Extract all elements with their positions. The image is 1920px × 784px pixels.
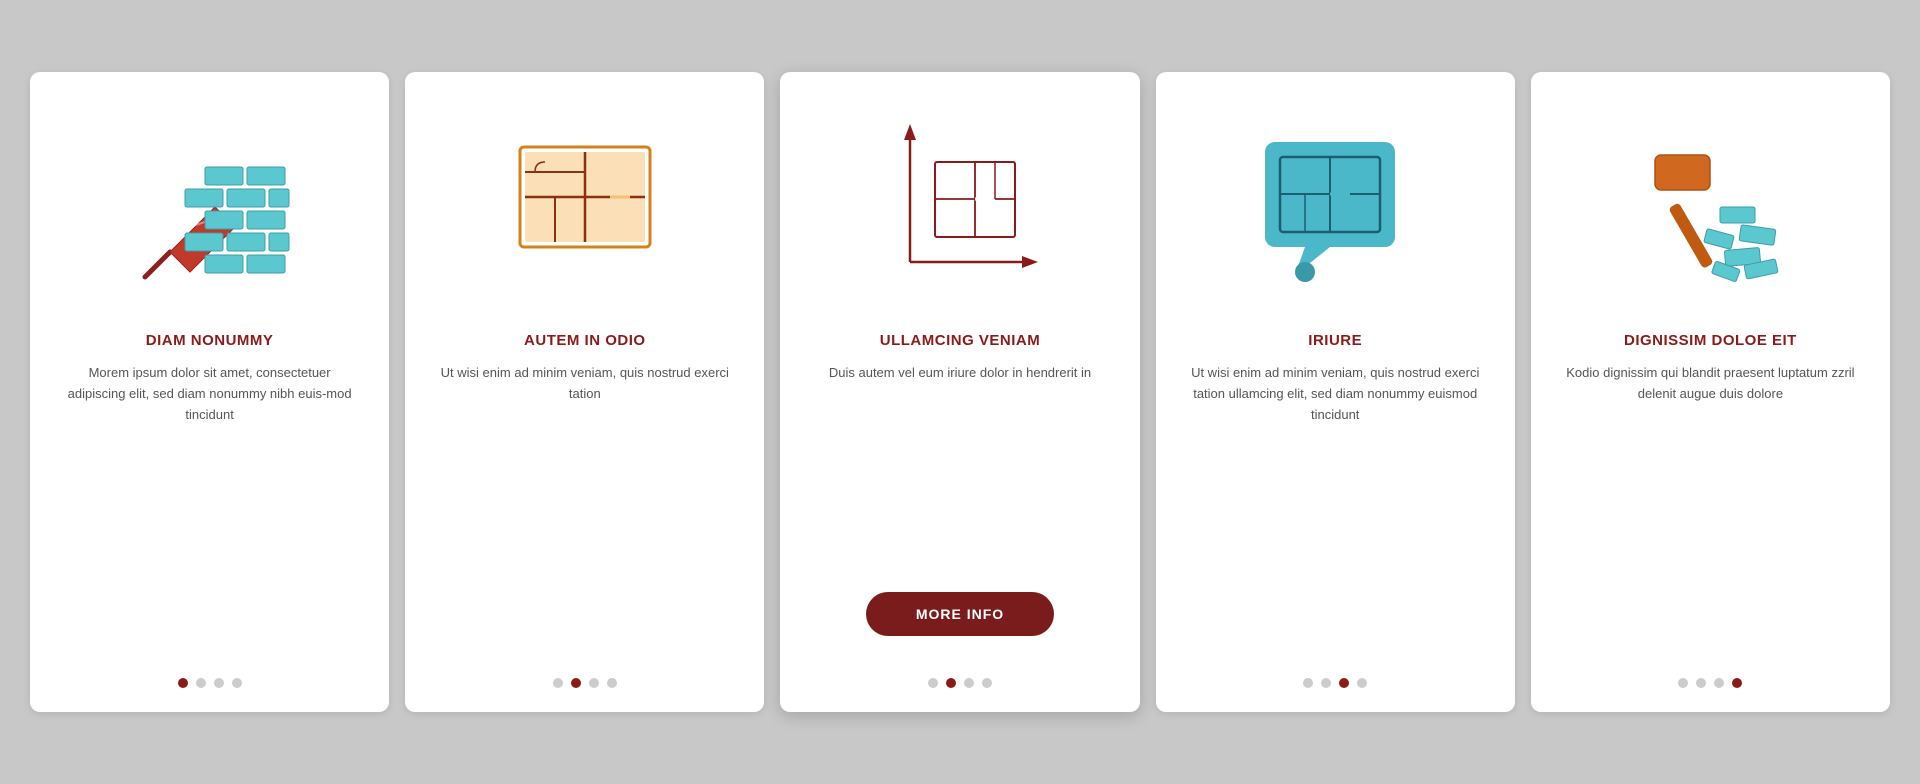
dot [571, 678, 581, 688]
dot [196, 678, 206, 688]
card-1-text: Morem ipsum dolor sit amet, consectetuer… [58, 363, 361, 658]
dot [982, 678, 992, 688]
floorplan-orange-icon [495, 102, 675, 302]
card-4-text: Ut wisi enim ad minim veniam, quis nostr… [1184, 363, 1487, 658]
floorplan-axes-icon [870, 102, 1050, 302]
card-3: ULLAMCING VENIAM Duis autem vel eum iriu… [780, 72, 1139, 712]
dot [553, 678, 563, 688]
card-3-title: ULLAMCING VENIAM [880, 332, 1041, 349]
cards-container: DIAM NONUMMY Morem ipsum dolor sit amet,… [30, 72, 1890, 712]
card-5: DIGNISSIM DOLOE EIT Kodio dignissim qui … [1531, 72, 1890, 712]
dot [1678, 678, 1688, 688]
card-5-text: Kodio dignissim qui blandit praesent lup… [1559, 363, 1862, 658]
card-2: AUTEM IN ODIO Ut wisi enim ad minim veni… [405, 72, 764, 712]
dot [928, 678, 938, 688]
more-info-button[interactable]: MORE INFO [866, 592, 1054, 636]
dot [1732, 678, 1742, 688]
card-4: IRIURE Ut wisi enim ad minim veniam, qui… [1156, 72, 1515, 712]
dot [178, 678, 188, 688]
card-2-dots [553, 658, 617, 688]
card-1-dots [178, 658, 242, 688]
card-5-title: DIGNISSIM DOLOE EIT [1624, 332, 1797, 349]
card-2-text: Ut wisi enim ad minim veniam, quis nostr… [433, 363, 736, 658]
card-5-dots [1678, 658, 1742, 688]
hammer-bricks-icon [1620, 102, 1800, 302]
card-1: DIAM NONUMMY Morem ipsum dolor sit amet,… [30, 72, 389, 712]
card-4-title: IRIURE [1308, 332, 1362, 349]
dot [1357, 678, 1367, 688]
dot [214, 678, 224, 688]
brickwall-trowel-icon [120, 102, 300, 302]
card-4-dots [1303, 658, 1367, 688]
dot [1321, 678, 1331, 688]
dot [1339, 678, 1349, 688]
card-2-title: AUTEM IN ODIO [524, 332, 646, 349]
dot [1303, 678, 1313, 688]
card-3-text: Duis autem vel eum iriure dolor in hendr… [829, 363, 1091, 574]
dot [607, 678, 617, 688]
dot [1714, 678, 1724, 688]
dot [964, 678, 974, 688]
dot [946, 678, 956, 688]
dot [1696, 678, 1706, 688]
dot [589, 678, 599, 688]
blueprint-blue-icon [1245, 102, 1425, 302]
dot [232, 678, 242, 688]
card-3-dots [928, 658, 992, 688]
card-1-title: DIAM NONUMMY [146, 332, 274, 349]
